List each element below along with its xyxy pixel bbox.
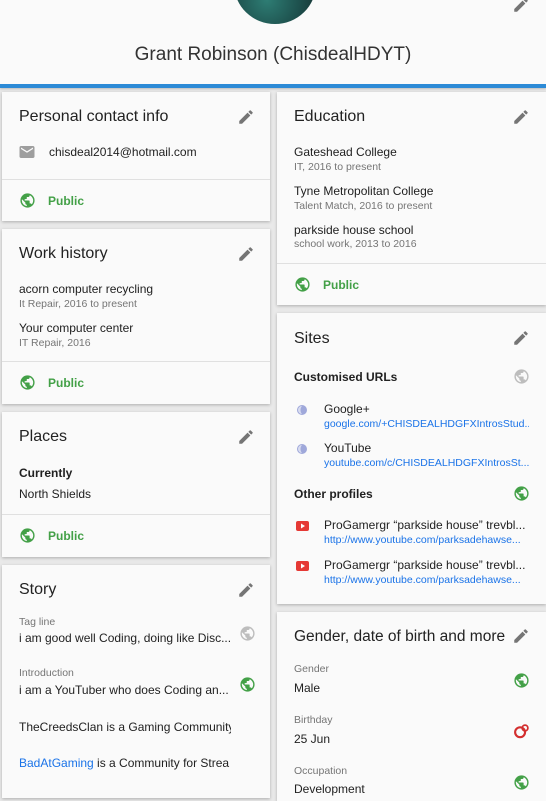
profile-header: Grant Robinson (ChisdealHDYT) — [0, 0, 546, 88]
circles-icon[interactable] — [513, 723, 530, 740]
work-item-name: acorn computer recycling — [19, 282, 154, 296]
education-item-name: Gateshead College — [294, 145, 397, 159]
avatar[interactable] — [234, 0, 316, 24]
edit-icon[interactable] — [512, 329, 530, 347]
card-title: Places — [19, 428, 68, 445]
places-card: Places Currently North Shields Public — [2, 412, 270, 557]
site-url[interactable]: google.com/+CHISDEALHDGFXIntrosStud... — [324, 418, 529, 430]
current-place: North Shields — [19, 487, 92, 501]
edit-icon[interactable] — [237, 108, 255, 126]
youtube-icon — [296, 561, 309, 571]
divider — [2, 179, 270, 180]
work-item-detail: It Repair, 2016 to present — [19, 298, 137, 310]
card-title: Work history — [19, 245, 108, 262]
globe-icon[interactable] — [513, 485, 530, 502]
other-profiles-label: Other profiles — [294, 487, 373, 501]
site-name: Google+ — [324, 402, 370, 416]
divider — [2, 514, 270, 515]
edit-icon[interactable] — [237, 245, 255, 263]
work-history-card: Work history acorn computer recycling It… — [2, 229, 270, 404]
birthday-value: 25 Jun — [294, 732, 331, 746]
gender-value: Male — [294, 681, 321, 695]
visibility-label: Public — [48, 528, 85, 543]
visibility-public[interactable]: Public — [19, 374, 84, 391]
card-title: Sites — [294, 330, 330, 347]
story-card: Story Tag line i am good well Coding, do… — [2, 565, 270, 798]
globe-icon[interactable] — [513, 672, 530, 689]
education-item-detail: Talent Match, 2016 to present — [294, 200, 433, 212]
visibility-public[interactable]: Public — [294, 276, 359, 293]
visibility-public[interactable]: Public — [19, 527, 84, 544]
work-item-detail: IT Repair, 2016 — [19, 337, 91, 349]
card-title: Gender, date of birth and more — [294, 628, 506, 645]
link-globe-icon — [297, 405, 307, 415]
edit-icon[interactable] — [512, 108, 530, 126]
contact-card: Personal contact info chisdeal2014@hotma… — [2, 92, 270, 221]
divider — [277, 263, 546, 264]
globe-icon — [20, 528, 35, 543]
birthday-label: Birthday — [294, 714, 333, 726]
education-card: Education Gateshead College IT, 2016 to … — [277, 92, 546, 305]
email-value[interactable]: chisdeal2014@hotmail.com — [49, 145, 197, 159]
divider — [2, 361, 270, 362]
youtube-icon — [296, 521, 309, 531]
gender-label: Gender — [294, 663, 330, 675]
sites-card: Sites Customised URLs Google+ google.com… — [277, 313, 546, 604]
globe-icon[interactable] — [513, 368, 530, 385]
profile-url[interactable]: http://www.youtube.com/parksadehawse... — [324, 534, 529, 546]
education-item-name: Tyne Metropolitan College — [294, 184, 434, 198]
visibility-public[interactable]: Public — [19, 192, 84, 209]
profile-url[interactable]: http://www.youtube.com/parksadehawse... — [324, 574, 529, 586]
story-paragraph: BadAtGaming is a Community for Strea — [19, 756, 231, 770]
education-item-name: parkside house school — [294, 223, 414, 237]
occupation-label: Occupation — [294, 765, 348, 777]
profile-name: ProGamergr “parkside house” trevbl... — [324, 558, 526, 572]
intro-value: i am a YouTuber who does Coding an... — [19, 683, 229, 697]
globe-icon[interactable] — [239, 676, 256, 693]
profile-name: ProGamergr “parkside house” trevbl... — [324, 518, 526, 532]
globe-icon — [20, 193, 35, 208]
globe-icon — [295, 277, 310, 292]
story-text: is a Community for Strea — [93, 756, 230, 770]
intro-label: Introduction — [19, 667, 74, 679]
card-title: Story — [19, 581, 57, 598]
link-globe-icon — [297, 444, 307, 454]
currently-label: Currently — [19, 466, 73, 480]
story-paragraph: TheCreedsClan is a Gaming Community — [19, 720, 231, 734]
edit-icon[interactable] — [512, 0, 530, 14]
card-title: Personal contact info — [19, 108, 169, 125]
profile-name: Grant Robinson (ChisdealHDYT) — [134, 44, 412, 65]
basic-info-card: Gender, date of birth and more Gender Ma… — [277, 612, 546, 801]
edit-icon[interactable] — [512, 627, 530, 645]
edit-icon[interactable] — [237, 428, 255, 446]
education-item-detail: school work, 2013 to 2016 — [294, 238, 417, 250]
globe-icon[interactable] — [239, 625, 256, 642]
card-title: Education — [294, 108, 366, 125]
custom-urls-label: Customised URLs — [294, 370, 398, 384]
globe-icon — [20, 375, 35, 390]
tagline-label: Tag line — [19, 616, 56, 628]
visibility-label: Public — [323, 277, 360, 292]
visibility-label: Public — [48, 375, 85, 390]
email-icon — [19, 146, 35, 158]
story-link[interactable]: BadAtGaming — [19, 756, 94, 770]
edit-icon[interactable] — [237, 581, 255, 599]
globe-icon[interactable] — [513, 774, 530, 791]
tagline-value: i am good well Coding, doing like Disc..… — [19, 631, 231, 645]
work-item-name: Your computer center — [19, 321, 134, 335]
site-name: YouTube — [324, 441, 372, 455]
education-item-detail: IT, 2016 to present — [294, 161, 381, 173]
site-url[interactable]: youtube.com/c/CHISDEALHDGFXIntrosSt... — [324, 457, 529, 469]
visibility-label: Public — [48, 193, 85, 208]
occupation-value: Development — [294, 782, 365, 796]
